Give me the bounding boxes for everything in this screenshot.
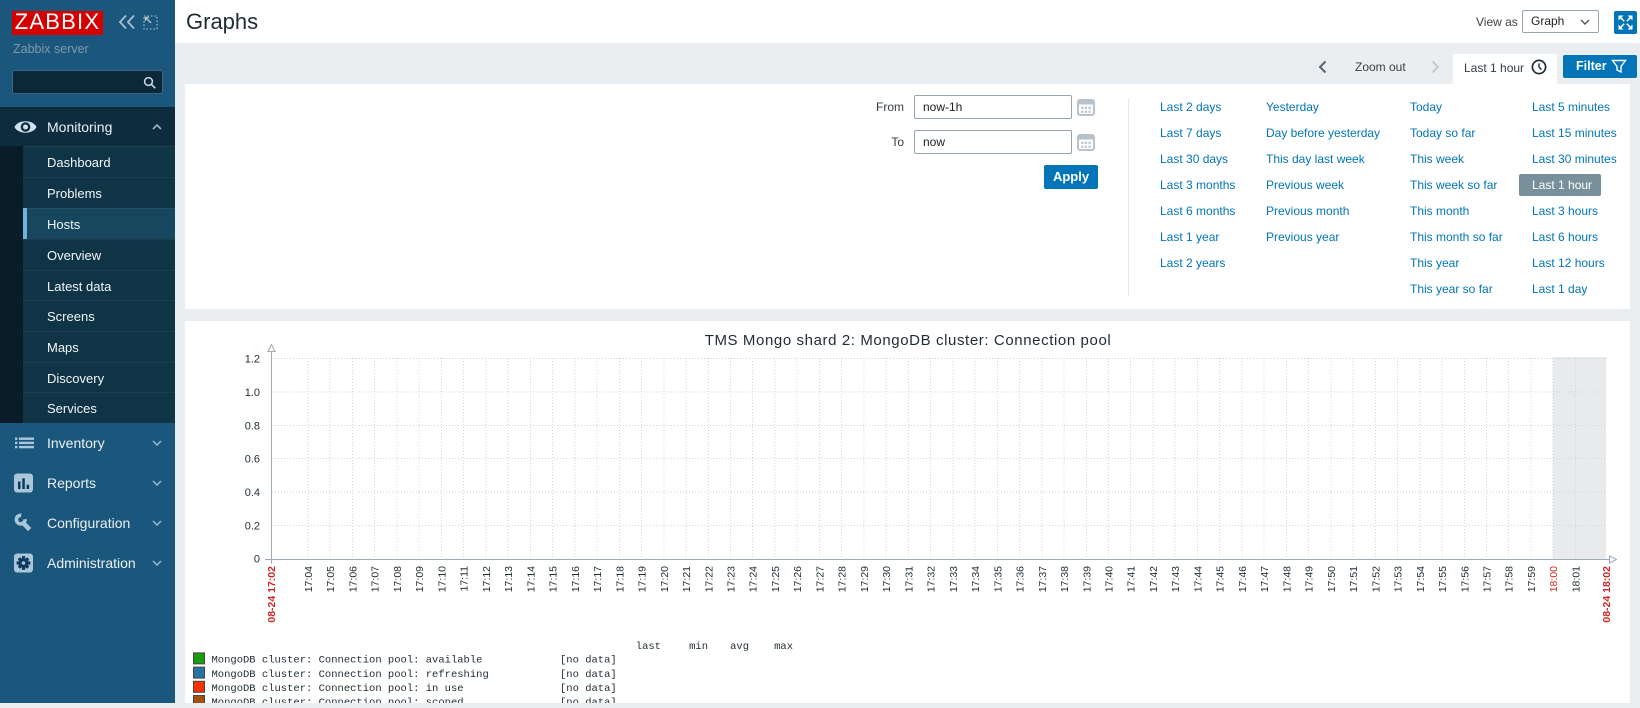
svg-text:17:37: 17:37 — [1037, 566, 1049, 592]
svg-text:17:25: 17:25 — [770, 566, 782, 592]
svg-text:17:46: 17:46 — [1237, 566, 1249, 592]
svg-text:18:00: 18:00 — [1548, 566, 1560, 592]
svg-text:17:07: 17:07 — [370, 566, 382, 592]
svg-text:17:20: 17:20 — [659, 566, 671, 592]
svg-text:[no data]: [no data] — [560, 697, 617, 703]
svg-text:17:54: 17:54 — [1415, 566, 1427, 592]
svg-text:0.4: 0.4 — [245, 487, 260, 499]
svg-text:17:14: 17:14 — [525, 566, 537, 592]
svg-text:17:36: 17:36 — [1015, 566, 1027, 592]
svg-text:17:06: 17:06 — [347, 566, 359, 592]
svg-text:17:22: 17:22 — [703, 566, 715, 592]
svg-text:avg: avg — [730, 641, 749, 653]
svg-text:18:01: 18:01 — [1570, 566, 1582, 592]
svg-text:17:57: 17:57 — [1482, 566, 1494, 592]
svg-text:17:39: 17:39 — [1081, 566, 1093, 592]
svg-text:17:40: 17:40 — [1104, 566, 1116, 592]
svg-text:TMS Mongo shard 2: MongoDB clu: TMS Mongo shard 2: MongoDB cluster: Conn… — [705, 332, 1112, 349]
svg-text:17:30: 17:30 — [881, 566, 893, 592]
svg-text:17:55: 17:55 — [1437, 566, 1449, 592]
svg-text:17:04: 17:04 — [303, 566, 315, 592]
svg-text:17:12: 17:12 — [481, 566, 493, 592]
svg-text:17:53: 17:53 — [1393, 566, 1405, 592]
svg-text:last: last — [636, 641, 661, 653]
svg-text:MongoDB cluster: Connection po: MongoDB cluster: Connection pool: availa… — [212, 655, 483, 667]
svg-text:17:13: 17:13 — [503, 566, 515, 592]
svg-text:08-24 17:02: 08-24 17:02 — [266, 566, 278, 623]
svg-text:0: 0 — [254, 554, 260, 566]
svg-text:17:21: 17:21 — [681, 566, 693, 592]
svg-text:17:26: 17:26 — [792, 566, 804, 592]
svg-text:1.0: 1.0 — [245, 387, 260, 399]
svg-text:0.8: 0.8 — [245, 420, 260, 432]
svg-text:17:49: 17:49 — [1304, 566, 1316, 592]
svg-text:17:23: 17:23 — [725, 566, 737, 592]
svg-text:17:45: 17:45 — [1215, 566, 1227, 592]
svg-text:17:28: 17:28 — [837, 566, 849, 592]
svg-text:17:59: 17:59 — [1526, 566, 1538, 592]
svg-text:17:42: 17:42 — [1148, 566, 1160, 592]
svg-text:17:08: 17:08 — [392, 566, 404, 592]
svg-text:min: min — [689, 641, 708, 653]
svg-text:17:43: 17:43 — [1170, 566, 1182, 592]
svg-text:1.2: 1.2 — [245, 354, 260, 366]
svg-text:[no data]: [no data] — [560, 655, 617, 667]
svg-text:17:24: 17:24 — [748, 566, 760, 592]
svg-text:MongoDB cluster: Connection po: MongoDB cluster: Connection pool: scoped — [212, 697, 464, 703]
svg-text:17:56: 17:56 — [1459, 566, 1471, 592]
svg-text:17:38: 17:38 — [1059, 566, 1071, 592]
svg-text:17:58: 17:58 — [1504, 566, 1516, 592]
svg-text:17:09: 17:09 — [414, 566, 426, 592]
svg-text:17:51: 17:51 — [1348, 566, 1360, 592]
svg-text:17:27: 17:27 — [814, 566, 826, 592]
svg-text:17:35: 17:35 — [992, 566, 1004, 592]
svg-text:17:33: 17:33 — [948, 566, 960, 592]
svg-text:17:31: 17:31 — [903, 566, 915, 592]
svg-text:[no data]: [no data] — [560, 669, 617, 681]
svg-text:17:29: 17:29 — [859, 566, 871, 592]
svg-text:0.2: 0.2 — [245, 520, 260, 532]
svg-text:17:17: 17:17 — [592, 566, 604, 592]
svg-text:17:52: 17:52 — [1370, 566, 1382, 592]
svg-text:17:34: 17:34 — [970, 566, 982, 592]
svg-text:17:16: 17:16 — [570, 566, 582, 592]
svg-text:MongoDB cluster: Connection po: MongoDB cluster: Connection pool: refres… — [212, 669, 489, 681]
svg-text:MongoDB cluster: Connection po: MongoDB cluster: Connection pool: in use — [212, 683, 464, 695]
svg-text:17:41: 17:41 — [1126, 566, 1138, 592]
svg-text:08-24 18:02: 08-24 18:02 — [1601, 566, 1613, 623]
svg-text:17:44: 17:44 — [1192, 566, 1204, 592]
svg-text:17:48: 17:48 — [1281, 566, 1293, 592]
svg-text:17:47: 17:47 — [1259, 566, 1271, 592]
svg-text:17:19: 17:19 — [637, 566, 649, 592]
svg-text:17:10: 17:10 — [436, 566, 448, 592]
svg-text:0.6: 0.6 — [245, 454, 260, 466]
svg-text:17:11: 17:11 — [459, 566, 471, 592]
svg-text:17:18: 17:18 — [614, 566, 626, 592]
svg-text:17:15: 17:15 — [548, 566, 560, 592]
svg-text:[no data]: [no data] — [560, 683, 617, 695]
svg-text:17:05: 17:05 — [325, 566, 337, 592]
svg-text:17:32: 17:32 — [926, 566, 938, 592]
svg-text:17:50: 17:50 — [1326, 566, 1338, 592]
svg-text:max: max — [774, 641, 793, 653]
